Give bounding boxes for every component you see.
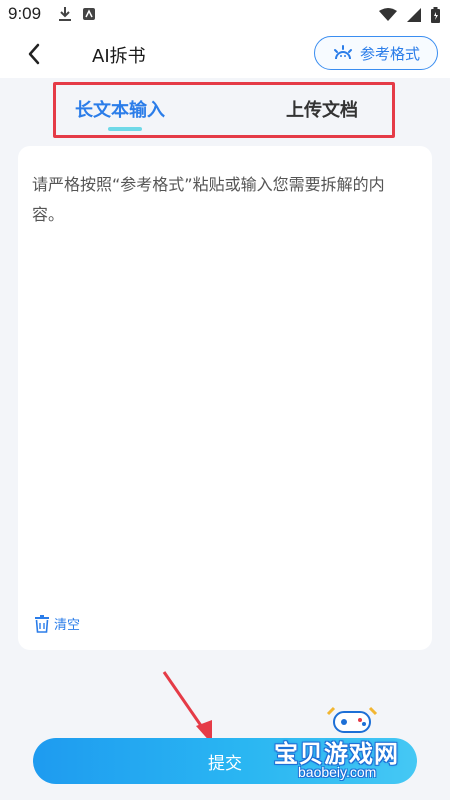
chevron-left-icon (28, 43, 40, 65)
battery-icon (431, 7, 440, 23)
app-notification-icon (83, 8, 95, 20)
reference-format-button[interactable]: 参考格式 (314, 36, 438, 70)
tab-upload-document[interactable]: 上传文档 (286, 96, 358, 122)
status-bar: 9:09 (0, 0, 450, 30)
wifi-icon (379, 8, 397, 21)
text-input-placeholder[interactable]: 请严格按照“参考格式”粘贴或输入您需要拆解的内容。 (32, 170, 416, 230)
sunrise-icon (333, 45, 352, 60)
status-notification-icons (58, 6, 96, 22)
watermark-url: baobeiy.com (298, 764, 377, 780)
download-icon (59, 7, 71, 21)
page-title: AI拆书 (92, 46, 146, 67)
status-system-icons (379, 7, 440, 23)
active-tab-indicator (108, 127, 142, 131)
submit-label: 提交 (208, 753, 242, 774)
status-time: 9:09 (8, 4, 42, 23)
back-button[interactable] (18, 38, 50, 70)
text-input-card[interactable]: 请严格按照“参考格式”粘贴或输入您需要拆解的内容。 清空 (18, 146, 432, 650)
clear-label: 清空 (54, 618, 81, 633)
signal-icon (407, 8, 421, 22)
gamepad-icon (326, 706, 378, 733)
annotation-arrow-icon (162, 671, 212, 744)
clear-button[interactable]: 清空 (34, 614, 80, 633)
app-header: AI拆书 参考格式 (0, 30, 450, 78)
tab-bar: 长文本输入 上传文档 (0, 78, 450, 142)
trash-icon (35, 614, 49, 633)
tab-long-text-input[interactable]: 长文本输入 (75, 96, 165, 122)
reference-format-label: 参考格式 (359, 44, 420, 63)
watermark: 宝贝游戏网 baobeiy.com (268, 704, 438, 794)
